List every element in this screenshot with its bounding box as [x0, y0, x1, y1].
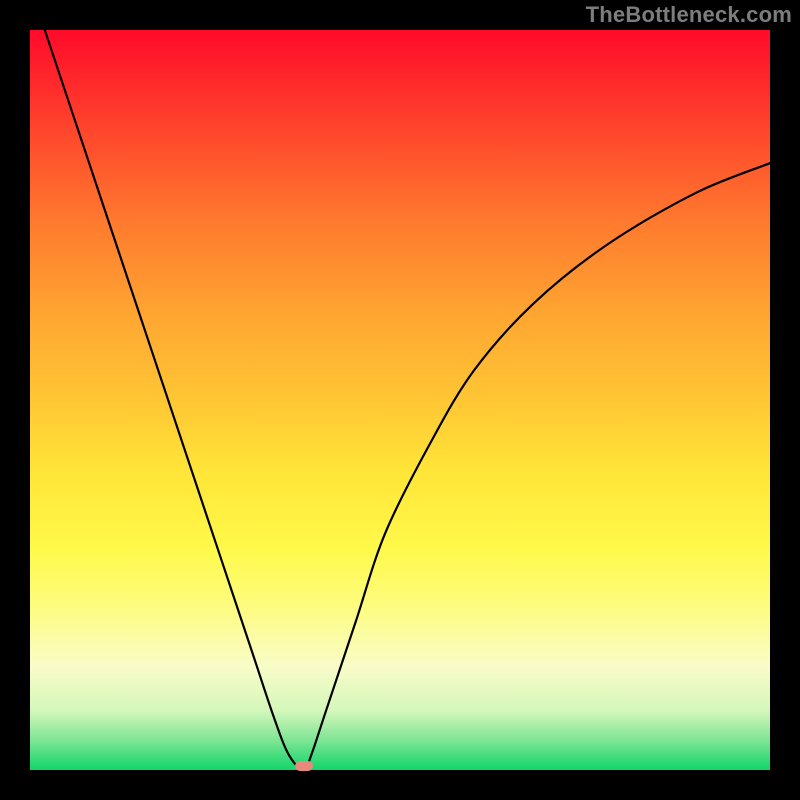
- bottleneck-curve: [30, 30, 770, 770]
- chart-frame: TheBottleneck.com: [0, 0, 800, 800]
- optimal-marker: [295, 761, 313, 771]
- plot-area: [30, 30, 770, 770]
- curve-path: [45, 30, 770, 770]
- watermark-text: TheBottleneck.com: [586, 2, 792, 28]
